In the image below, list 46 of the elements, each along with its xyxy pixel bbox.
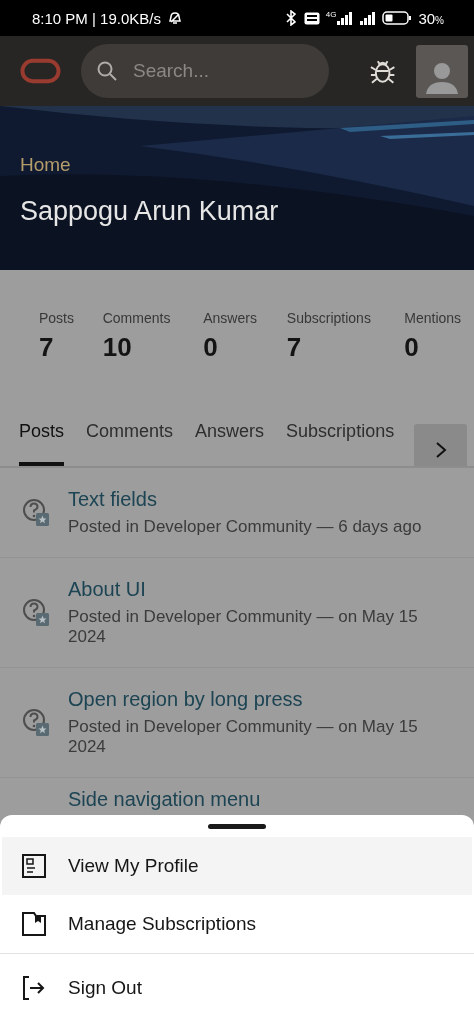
tab[interactable]: Subscriptions — [286, 410, 395, 466]
profile-name: Sappogu Arun Kumar — [20, 196, 280, 227]
tab[interactable]: Answers — [195, 410, 265, 466]
profile-card-icon — [22, 854, 46, 878]
stat-value: 10 — [102, 332, 133, 363]
status-time: 8:10 PM | 19.0KB/s — [32, 9, 161, 27]
stat-label: Posts — [39, 310, 75, 326]
menu-item[interactable]: View My Profile — [2, 837, 472, 895]
post-title-link[interactable]: Text fields — [68, 488, 428, 511]
avatar-button[interactable] — [416, 44, 468, 98]
stat-label: Comments — [102, 310, 172, 326]
battery-icon — [382, 10, 413, 26]
network-type: 4G — [325, 10, 337, 19]
tab[interactable]: Comments — [86, 410, 174, 466]
question-icon — [22, 707, 50, 738]
signal-icon — [359, 10, 377, 26]
stat-label: Answers — [203, 310, 258, 326]
post-meta: Posted in Developer Community — on May 15 2024 — [68, 607, 419, 647]
muted-bell-icon — [166, 10, 183, 26]
post-title-link[interactable]: Side navigation menu — [68, 788, 261, 811]
stat-label: Mentions — [404, 310, 463, 326]
drag-handle[interactable] — [208, 824, 266, 829]
post-title-link[interactable]: About UI — [68, 578, 428, 601]
tab[interactable]: Posts — [19, 410, 65, 466]
search-field[interactable]: Search... — [80, 44, 329, 98]
battery-percent: 30% — [418, 9, 444, 27]
bluetooth-icon — [283, 10, 298, 26]
question-icon — [22, 597, 50, 628]
menu-item[interactable]: Sign Out — [0, 954, 474, 1022]
post-meta: Posted in Developer Community — on May 15 2024 — [68, 717, 419, 757]
stat-value: 7 — [39, 332, 55, 363]
folder-bookmark-icon — [22, 912, 46, 936]
scroll-right-button[interactable] — [414, 424, 467, 466]
post-title-link[interactable]: Open region by long press — [68, 688, 428, 711]
menu-item[interactable]: Manage Subscriptions — [0, 895, 474, 953]
search-icon — [96, 61, 117, 81]
chevron-right-icon — [434, 441, 447, 459]
stat-label: Subscriptions — [286, 310, 372, 326]
logo-icon[interactable] — [20, 58, 61, 84]
signal-icon — [336, 10, 354, 26]
post-meta: Posted in Developer Community — 6 days ago — [68, 517, 423, 537]
stat-value: 0 — [203, 332, 219, 363]
breadcrumb-link[interactable]: Home — [20, 154, 454, 176]
question-icon — [22, 497, 50, 528]
stat-value: 0 — [404, 332, 420, 363]
stat-value: 7 — [286, 332, 303, 363]
